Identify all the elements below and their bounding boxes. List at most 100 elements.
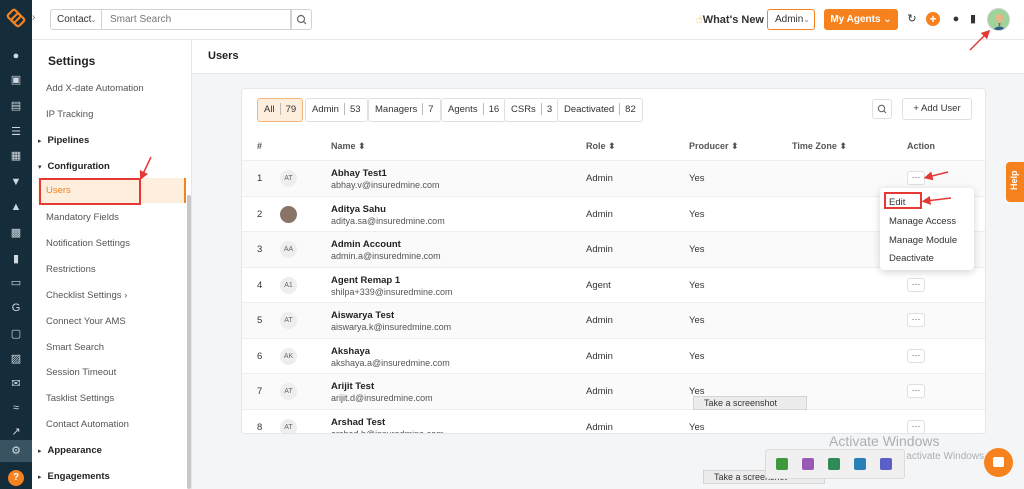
table-row[interactable]: 8 AT Arshad Test arshad.h@insuredmine.com Ad… bbox=[242, 408, 985, 433]
user-producer: Yes bbox=[689, 315, 705, 326]
whats-new-link[interactable]: ☝What's New bbox=[696, 13, 764, 26]
table-row[interactable]: 6 AK Akshaya akshaya.a@insuredmine.com Admin… bbox=[242, 337, 985, 374]
notes-icon[interactable]: ▩ bbox=[9, 227, 23, 239]
settings-item-checklist-settings[interactable]: Checklist Settings › bbox=[46, 290, 127, 301]
user-role: Admin bbox=[586, 208, 613, 220]
calculator-icon[interactable]: ▮ bbox=[967, 13, 979, 25]
search-users-button[interactable] bbox=[872, 99, 892, 119]
user-role: Admin bbox=[586, 386, 613, 397]
mail-icon[interactable]: ✉ bbox=[9, 378, 23, 390]
settings-item-add-x-date-automation[interactable]: Add X-date Automation bbox=[46, 83, 144, 94]
table-row[interactable]: 4 A1 Agent Remap 1 shilpa+339@insuredmine.c… bbox=[242, 266, 985, 303]
search-button[interactable] bbox=[291, 9, 312, 30]
funnel-icon[interactable]: ▼ bbox=[9, 176, 23, 188]
column-header-role[interactable]: Role ⬍ bbox=[586, 141, 616, 152]
calendar-icon[interactable]: ▨ bbox=[9, 353, 23, 365]
settings-item-contact-automation[interactable]: Contact Automation bbox=[46, 419, 129, 430]
user-name[interactable]: Agent Remap 1 bbox=[331, 275, 400, 286]
pen-icon[interactable] bbox=[802, 458, 814, 470]
user-name[interactable]: Arshad Test bbox=[331, 417, 385, 428]
user-avatar[interactable] bbox=[987, 8, 1010, 31]
user-name[interactable]: Abhay Test1 bbox=[331, 168, 387, 179]
filter-csrs[interactable]: CSRs 3 bbox=[504, 98, 560, 122]
messages-icon[interactable]: ▢ bbox=[9, 328, 23, 340]
user-name[interactable]: Aiswarya Test bbox=[331, 310, 394, 321]
user-name[interactable]: Aditya Sahu bbox=[331, 204, 386, 215]
folder-icon[interactable]: ▭ bbox=[9, 277, 23, 289]
role-select[interactable]: Admin ⌄ bbox=[767, 9, 815, 30]
shield-icon[interactable] bbox=[776, 458, 788, 470]
row-action-button[interactable]: ··· bbox=[907, 313, 925, 327]
row-action-button[interactable]: ··· bbox=[907, 171, 925, 185]
help-tab[interactable]: Help bbox=[1006, 162, 1024, 202]
row-action-button[interactable]: ··· bbox=[907, 277, 925, 292]
settings-item-notification-settings[interactable]: Notification Settings bbox=[46, 238, 130, 249]
contacts-icon[interactable]: ● bbox=[9, 50, 23, 62]
settings-group-appearance[interactable]: ▸ Appearance bbox=[38, 445, 102, 456]
user-producer: Yes bbox=[689, 421, 705, 433]
table-row[interactable]: 5 AT Aiswarya Test aiswarya.k@insuredmine.c… bbox=[242, 302, 985, 338]
settings-item-smart-search[interactable]: Smart Search bbox=[46, 342, 104, 353]
table-row[interactable]: 2 Aditya Sahu aditya.sa@insuredmine.com Adm… bbox=[242, 195, 985, 232]
chart-icon[interactable]: ↗ bbox=[9, 426, 23, 438]
security-icon[interactable] bbox=[854, 458, 866, 470]
row-action-button[interactable]: ··· bbox=[907, 348, 925, 363]
chat-button[interactable] bbox=[984, 448, 1013, 477]
filter-agents[interactable]: Agents 16 bbox=[441, 98, 507, 122]
column-header-time-zone[interactable]: Time Zone ⬍ bbox=[792, 141, 847, 152]
app-logo-icon[interactable] bbox=[6, 8, 26, 28]
settings-item-session-timeout[interactable]: Session Timeout bbox=[46, 367, 116, 378]
table-row[interactable]: 1 AT Abhay Test1 abhay.v@insuredmine.com Adm… bbox=[242, 160, 985, 196]
user-email: aiswarya.k@insuredmine.com bbox=[331, 322, 452, 332]
filter-admin[interactable]: Admin 53 bbox=[305, 98, 368, 122]
menu-item-manage-module[interactable]: Manage Module bbox=[889, 235, 957, 246]
column-header-name[interactable]: Name ⬍ bbox=[331, 141, 366, 152]
signature-icon[interactable]: ≈ bbox=[9, 402, 23, 414]
smart-search-input[interactable] bbox=[102, 9, 291, 30]
page-header: Users bbox=[192, 40, 1024, 74]
refresh-icon[interactable]: ↻ bbox=[906, 13, 918, 25]
menu-item-manage-access[interactable]: Manage Access bbox=[889, 216, 956, 227]
bell-icon[interactable]: ● bbox=[950, 13, 962, 25]
teams-icon[interactable] bbox=[880, 458, 892, 470]
column-header-producer[interactable]: Producer ⬍ bbox=[689, 141, 739, 152]
settings-item-tasklist-settings[interactable]: Tasklist Settings bbox=[46, 393, 114, 404]
settings-item-restrictions[interactable]: Restrictions bbox=[46, 264, 96, 275]
user-name[interactable]: Akshaya bbox=[331, 346, 370, 357]
filter-all[interactable]: All 79 bbox=[257, 98, 304, 122]
users-card: All 79 Admin 53 Managers 7 Agents 16 CSRs 3 D… bbox=[241, 88, 986, 434]
context-select[interactable]: Contact ⌄ bbox=[50, 9, 102, 30]
megaphone-icon[interactable]: ▲ bbox=[9, 201, 23, 213]
my-agents-button[interactable]: My Agents ⌄ bbox=[824, 9, 898, 30]
table-row[interactable]: 3 AA Admin Account admin.a@insuredmine.com A… bbox=[242, 231, 985, 267]
user-name[interactable]: Arijit Test bbox=[331, 381, 374, 392]
filter-deactivated[interactable]: Deactivated 82 bbox=[557, 98, 643, 122]
recycle-icon[interactable] bbox=[828, 458, 840, 470]
contact-card-icon[interactable]: ▦ bbox=[9, 150, 23, 162]
add-user-button[interactable]: + Add User bbox=[902, 98, 972, 120]
menu-icon[interactable]: ☰ bbox=[9, 126, 23, 138]
settings-item-ip-tracking[interactable]: IP Tracking bbox=[46, 109, 93, 120]
analytics-icon[interactable]: ▮ bbox=[9, 253, 23, 265]
filter-managers[interactable]: Managers 7 bbox=[368, 98, 441, 122]
sidebar-scrollbar[interactable] bbox=[187, 195, 191, 489]
row-action-button[interactable]: ··· bbox=[907, 419, 925, 433]
menu-item-edit[interactable]: Edit bbox=[889, 197, 905, 208]
chevron-right-icon[interactable]: › bbox=[32, 12, 44, 28]
google-icon[interactable]: G bbox=[9, 302, 23, 314]
documents-icon[interactable]: ▣ bbox=[9, 74, 23, 86]
table-row[interactable]: 7 AT Arijit Test arijit.d@insuredmine.com Ad… bbox=[242, 373, 985, 409]
user-name[interactable]: Admin Account bbox=[331, 239, 401, 250]
settings-gear-icon[interactable]: ⚙ bbox=[0, 440, 32, 462]
menu-item-deactivate[interactable]: Deactivate bbox=[889, 253, 934, 264]
settings-item-mandatory-fields[interactable]: Mandatory Fields bbox=[46, 212, 119, 223]
plus-icon[interactable]: + bbox=[926, 12, 940, 26]
settings-item-connect-your-ams[interactable]: Connect Your AMS bbox=[46, 316, 126, 327]
help-question-icon[interactable]: ? bbox=[8, 470, 24, 486]
bank-icon[interactable]: ▤ bbox=[9, 100, 23, 112]
row-action-button[interactable]: ··· bbox=[907, 384, 925, 398]
settings-group-engagements[interactable]: ▸ Engagements bbox=[38, 471, 110, 482]
user-initials-avatar: A1 bbox=[280, 276, 297, 294]
settings-group-configuration[interactable]: ▾ Configuration bbox=[38, 161, 110, 172]
settings-group-pipelines[interactable]: ▸ Pipelines bbox=[38, 135, 89, 146]
